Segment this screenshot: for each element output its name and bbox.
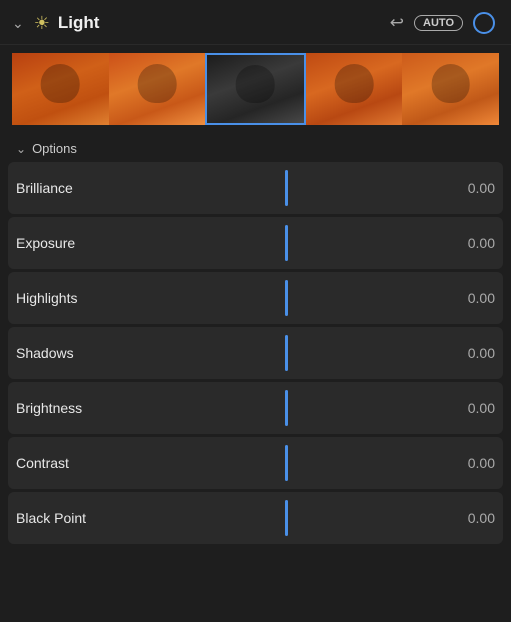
options-label: Options — [32, 141, 77, 156]
slider-track-exposure[interactable] — [126, 217, 447, 269]
slider-track-brilliance[interactable] — [126, 162, 447, 214]
thumbnail-2[interactable] — [109, 53, 206, 125]
thumbnail-4[interactable] — [306, 53, 403, 125]
slider-row-exposure[interactable]: Exposure 0.00 — [8, 217, 503, 269]
slider-indicator-black-point — [285, 500, 288, 536]
slider-row-shadows[interactable]: Shadows 0.00 — [8, 327, 503, 379]
slider-value-black-point: 0.00 — [447, 510, 495, 526]
options-collapse-icon: ⌄ — [16, 142, 26, 156]
auto-button[interactable]: AUTO — [414, 15, 463, 31]
slider-row-brightness[interactable]: Brightness 0.00 — [8, 382, 503, 434]
slider-value-contrast: 0.00 — [447, 455, 495, 471]
slider-indicator-highlights — [285, 280, 288, 316]
thumbnail-1[interactable] — [12, 53, 109, 125]
slider-label-black-point: Black Point — [16, 510, 126, 526]
slider-indicator-contrast — [285, 445, 288, 481]
slider-row-highlights[interactable]: Highlights 0.00 — [8, 272, 503, 324]
panel-header: ⌄ ☀ Light ↩ AUTO — [0, 0, 511, 45]
options-header[interactable]: ⌄ Options — [0, 133, 511, 162]
slider-label-brightness: Brightness — [16, 400, 126, 416]
slider-indicator-exposure — [285, 225, 288, 261]
thumbnails-strip — [0, 45, 511, 133]
slider-row-brilliance[interactable]: Brilliance 0.00 — [8, 162, 503, 214]
panel-title: Light — [58, 13, 382, 33]
slider-label-exposure: Exposure — [16, 235, 126, 251]
slider-value-brightness: 0.00 — [447, 400, 495, 416]
slider-track-highlights[interactable] — [126, 272, 447, 324]
circle-toggle-icon[interactable] — [473, 12, 495, 34]
slider-value-shadows: 0.00 — [447, 345, 495, 361]
thumbnail-3-selected[interactable] — [205, 53, 306, 125]
slider-label-contrast: Contrast — [16, 455, 126, 471]
slider-label-brilliance: Brilliance — [16, 180, 126, 196]
sun-icon: ☀ — [34, 13, 50, 34]
header-actions: ↩ AUTO — [390, 12, 495, 34]
slider-track-black-point[interactable] — [126, 492, 447, 544]
collapse-icon[interactable]: ⌄ — [12, 15, 24, 32]
slider-row-black-point[interactable]: Black Point 0.00 — [8, 492, 503, 544]
slider-indicator-brightness — [285, 390, 288, 426]
slider-value-highlights: 0.00 — [447, 290, 495, 306]
slider-label-shadows: Shadows — [16, 345, 126, 361]
undo-icon[interactable]: ↩ — [390, 13, 404, 33]
slider-track-shadows[interactable] — [126, 327, 447, 379]
slider-indicator-brilliance — [285, 170, 288, 206]
slider-value-exposure: 0.00 — [447, 235, 495, 251]
slider-indicator-shadows — [285, 335, 288, 371]
thumbnail-5[interactable] — [402, 53, 499, 125]
slider-label-highlights: Highlights — [16, 290, 126, 306]
sliders-list: Brilliance 0.00 Exposure 0.00 Highlights… — [0, 162, 511, 622]
slider-track-brightness[interactable] — [126, 382, 447, 434]
slider-row-contrast[interactable]: Contrast 0.00 — [8, 437, 503, 489]
light-panel: ⌄ ☀ Light ↩ AUTO ⌄ Options B — [0, 0, 511, 622]
slider-value-brilliance: 0.00 — [447, 180, 495, 196]
slider-track-contrast[interactable] — [126, 437, 447, 489]
